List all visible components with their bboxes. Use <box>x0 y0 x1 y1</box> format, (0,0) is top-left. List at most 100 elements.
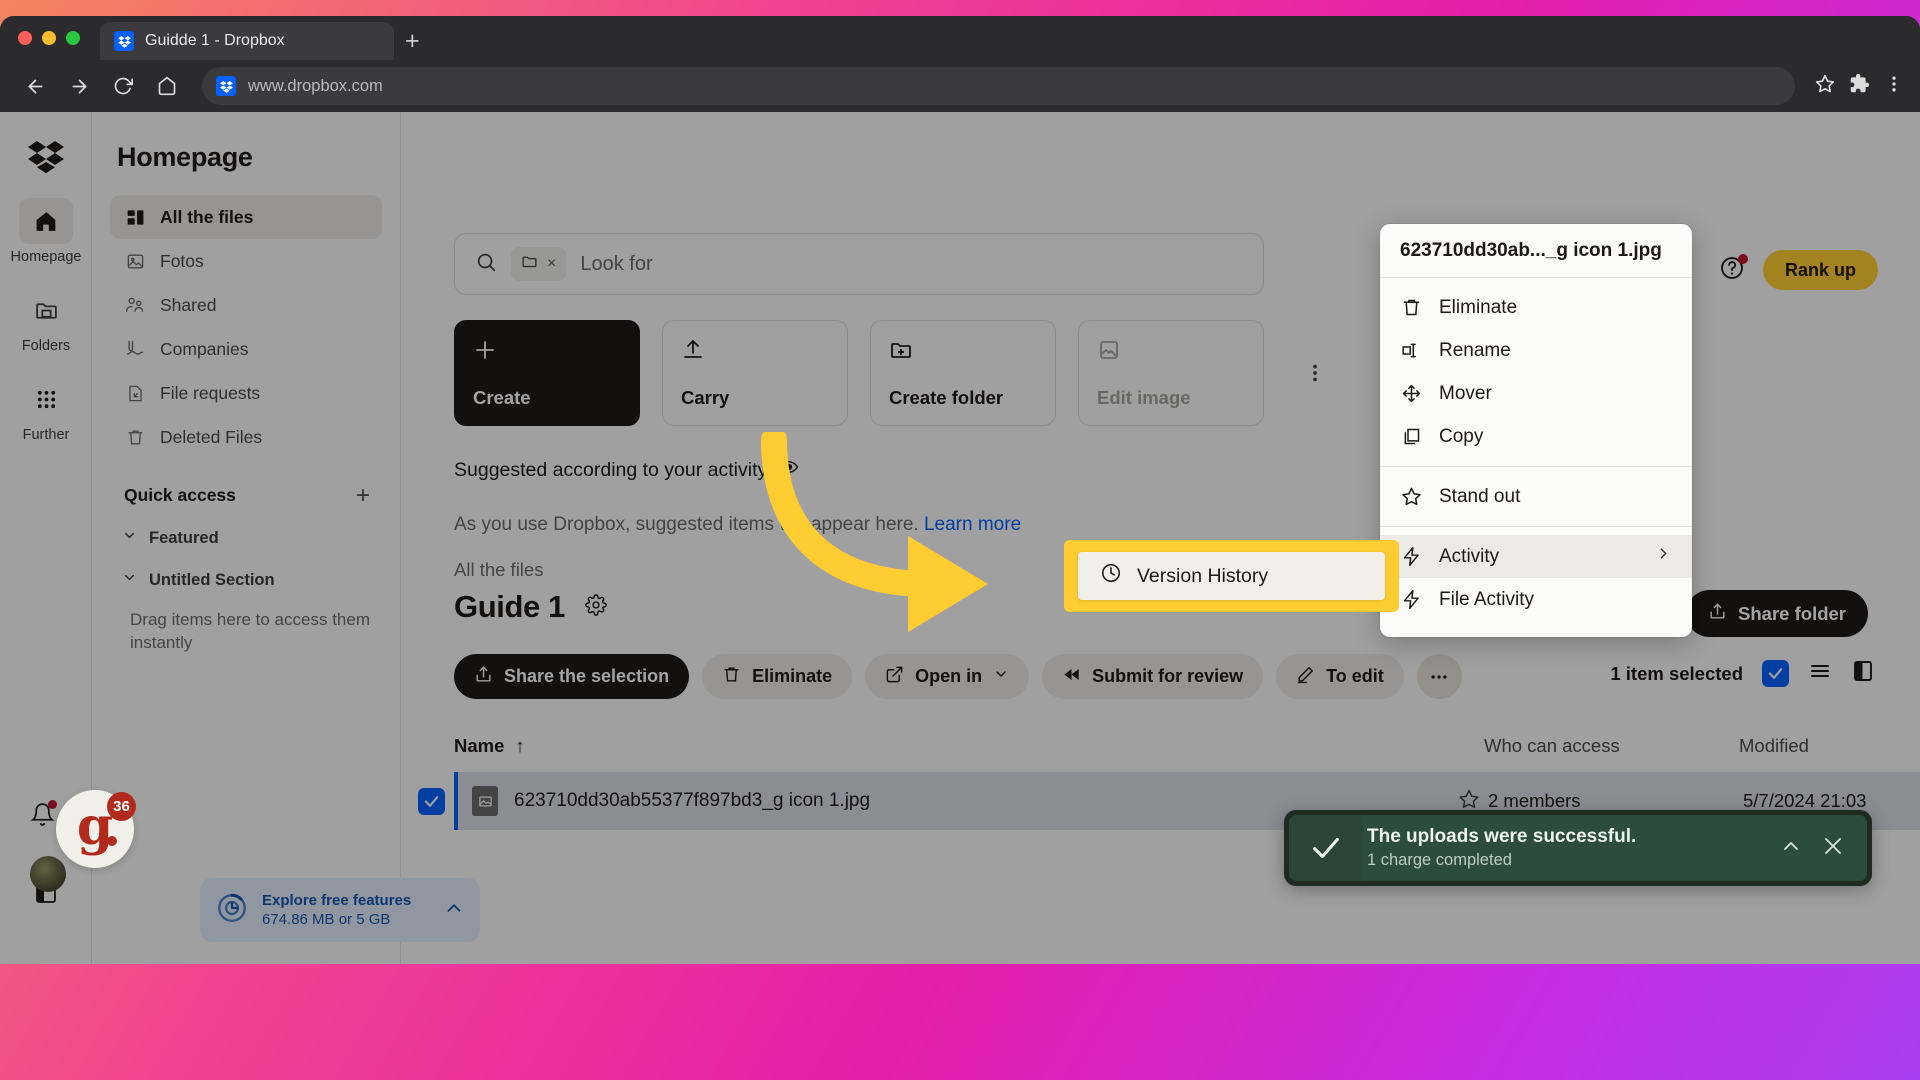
bolt-icon <box>1400 589 1422 610</box>
sidebar-item-file-requests[interactable]: File requests <box>110 371 382 415</box>
chevron-up-icon[interactable] <box>1779 834 1803 863</box>
new-tab-button[interactable]: + <box>405 29 420 54</box>
search-input[interactable]: × Look for <box>454 233 1264 295</box>
side-panel-icon[interactable] <box>1851 659 1875 688</box>
toolbar-button-label: To edit <box>1326 666 1384 686</box>
breadcrumb[interactable]: All the files <box>454 559 543 581</box>
carry-card[interactable]: Carry <box>662 320 848 426</box>
chevron-down-icon <box>993 666 1009 687</box>
open-in-button[interactable]: Open in <box>865 654 1030 699</box>
address-bar[interactable]: www.dropbox.com <box>202 67 1795 105</box>
upload-icon <box>681 337 829 363</box>
context-menu-item-file-activity[interactable]: File Activity <box>1380 578 1692 621</box>
sidebar-item-deleted-files[interactable]: Deleted Files <box>110 415 382 459</box>
column-header-name[interactable]: Name ↑ <box>454 735 525 757</box>
submenu-item-version-history[interactable]: Version History <box>1078 552 1385 600</box>
bookmark-star-icon[interactable] <box>1815 74 1835 99</box>
context-menu-item-eliminate[interactable]: Eliminate <box>1380 286 1692 329</box>
rank-up-button[interactable]: Rank up <box>1762 250 1878 290</box>
tab-title: Guidde 1 - Dropbox <box>145 32 285 49</box>
sidebar-item-all-the-files[interactable]: All the files <box>110 195 382 239</box>
list-view-icon[interactable] <box>1808 659 1832 688</box>
rail-item-homepage[interactable]: Homepage <box>0 198 92 265</box>
row-checkbox[interactable] <box>418 787 445 815</box>
search-scope-chip[interactable]: × <box>511 247 567 281</box>
context-menu-item-label: Stand out <box>1439 485 1521 507</box>
row-modified: 5/7/2024 21:03 <box>1743 790 1867 811</box>
context-menu-item-label: Mover <box>1439 382 1492 404</box>
quick-access-section-label: Untitled Section <box>149 570 275 589</box>
context-menu-item-copy[interactable]: Copy <box>1380 415 1692 458</box>
create-card[interactable]: Create <box>454 320 640 426</box>
chevron-up-icon[interactable] <box>443 897 465 924</box>
browser-tab[interactable]: Guidde 1 - Dropbox <box>100 22 394 60</box>
close-icon[interactable] <box>1821 834 1845 863</box>
avatar[interactable] <box>30 856 66 892</box>
quick-access-hint: Drag items here to access them instantly <box>130 610 370 653</box>
copy-icon <box>1400 426 1422 447</box>
column-header-modified[interactable]: Modified <box>1739 735 1809 757</box>
sidebar-item-label: Deleted Files <box>160 426 263 447</box>
edit-image-icon <box>1097 337 1245 363</box>
rail-item-further[interactable]: Further <box>0 376 92 443</box>
star-icon <box>1400 486 1422 507</box>
extensions-icon[interactable] <box>1849 73 1870 99</box>
trash-icon <box>1400 297 1422 318</box>
reload-icon[interactable] <box>104 67 142 105</box>
search-icon <box>475 251 497 278</box>
notifications-bell[interactable] <box>30 800 57 832</box>
window-traffic-lights <box>18 31 80 45</box>
rail-item-label: Further <box>22 427 70 443</box>
share-icon <box>474 665 493 689</box>
action-card-label: Create <box>473 387 531 408</box>
help-circle-icon[interactable] <box>1719 253 1748 286</box>
close-window-button[interactable] <box>18 31 32 45</box>
maximize-window-button[interactable] <box>66 31 80 45</box>
more-options-button[interactable] <box>1416 654 1462 699</box>
home-icon[interactable] <box>148 67 186 105</box>
back-icon[interactable] <box>16 67 54 105</box>
share-folder-button[interactable]: Share folder <box>1686 590 1868 637</box>
dropbox-logo-icon[interactable] <box>22 136 70 176</box>
select-all-checkbox[interactable] <box>1762 660 1789 687</box>
clear-scope-icon[interactable]: × <box>547 255 556 273</box>
share-the-selection-button[interactable]: Share the selection <box>454 654 690 699</box>
edit-image-card[interactable]: Edit image <box>1078 320 1264 426</box>
submit-for-review-button[interactable]: Submit for review <box>1042 654 1264 699</box>
storage-title: Explore free features <box>262 892 412 909</box>
context-menu-item-stand-out[interactable]: Stand out <box>1380 475 1692 518</box>
sidebar-item-shared[interactable]: Shared <box>110 283 382 327</box>
people-icon <box>124 294 146 316</box>
table-header: Name ↑ Who can access Modified <box>454 724 1920 768</box>
more-actions-icon[interactable] <box>1304 362 1326 384</box>
storage-widget[interactable]: Explore free features 674.86 MB or 5 GB <box>200 878 480 942</box>
rail-item-folders[interactable]: Folders <box>0 287 92 354</box>
sidebar-item-fotos[interactable]: Fotos <box>110 239 382 283</box>
quick-access-section-untitled[interactable]: Untitled Section <box>92 548 400 590</box>
context-menu-item-mover[interactable]: Mover <box>1380 372 1692 415</box>
minimize-window-button[interactable] <box>42 31 56 45</box>
to-edit-button[interactable]: To edit <box>1276 654 1404 699</box>
guidde-badge[interactable]: g 36 <box>56 790 136 868</box>
forward-icon[interactable] <box>60 67 98 105</box>
add-quick-access-button[interactable]: + <box>356 483 370 507</box>
context-menu-item-rename[interactable]: Rename <box>1380 329 1692 372</box>
file-name: 623710dd30ab55377f897bd3_g icon 1.jpg <box>514 790 871 811</box>
file-thumbnail-icon <box>472 786 498 816</box>
browser-menu-icon[interactable] <box>1884 74 1904 99</box>
open-external-icon <box>885 665 904 689</box>
gear-icon[interactable] <box>585 593 607 621</box>
selection-status-group: 1 item selected <box>1610 659 1875 688</box>
eliminate-button[interactable]: Eliminate <box>702 654 853 699</box>
trash-icon <box>124 426 146 448</box>
quick-access-section-featured[interactable]: Featured <box>92 506 400 548</box>
dropbox-favicon-icon <box>114 31 134 51</box>
sidebar-item-companies[interactable]: Companies <box>110 327 382 371</box>
context-menu-group-1: Eliminate Rename Mover Copy <box>1380 278 1692 467</box>
context-menu-item-label: Copy <box>1439 425 1484 447</box>
plus-icon <box>473 337 621 363</box>
column-header-access[interactable]: Who can access <box>1484 735 1620 757</box>
context-menu-item-activity[interactable]: Activity <box>1380 535 1692 578</box>
create-folder-card[interactable]: Create folder <box>870 320 1056 426</box>
sidebar-nav-list: All the files Fotos Shared Companies Fil… <box>92 195 400 459</box>
